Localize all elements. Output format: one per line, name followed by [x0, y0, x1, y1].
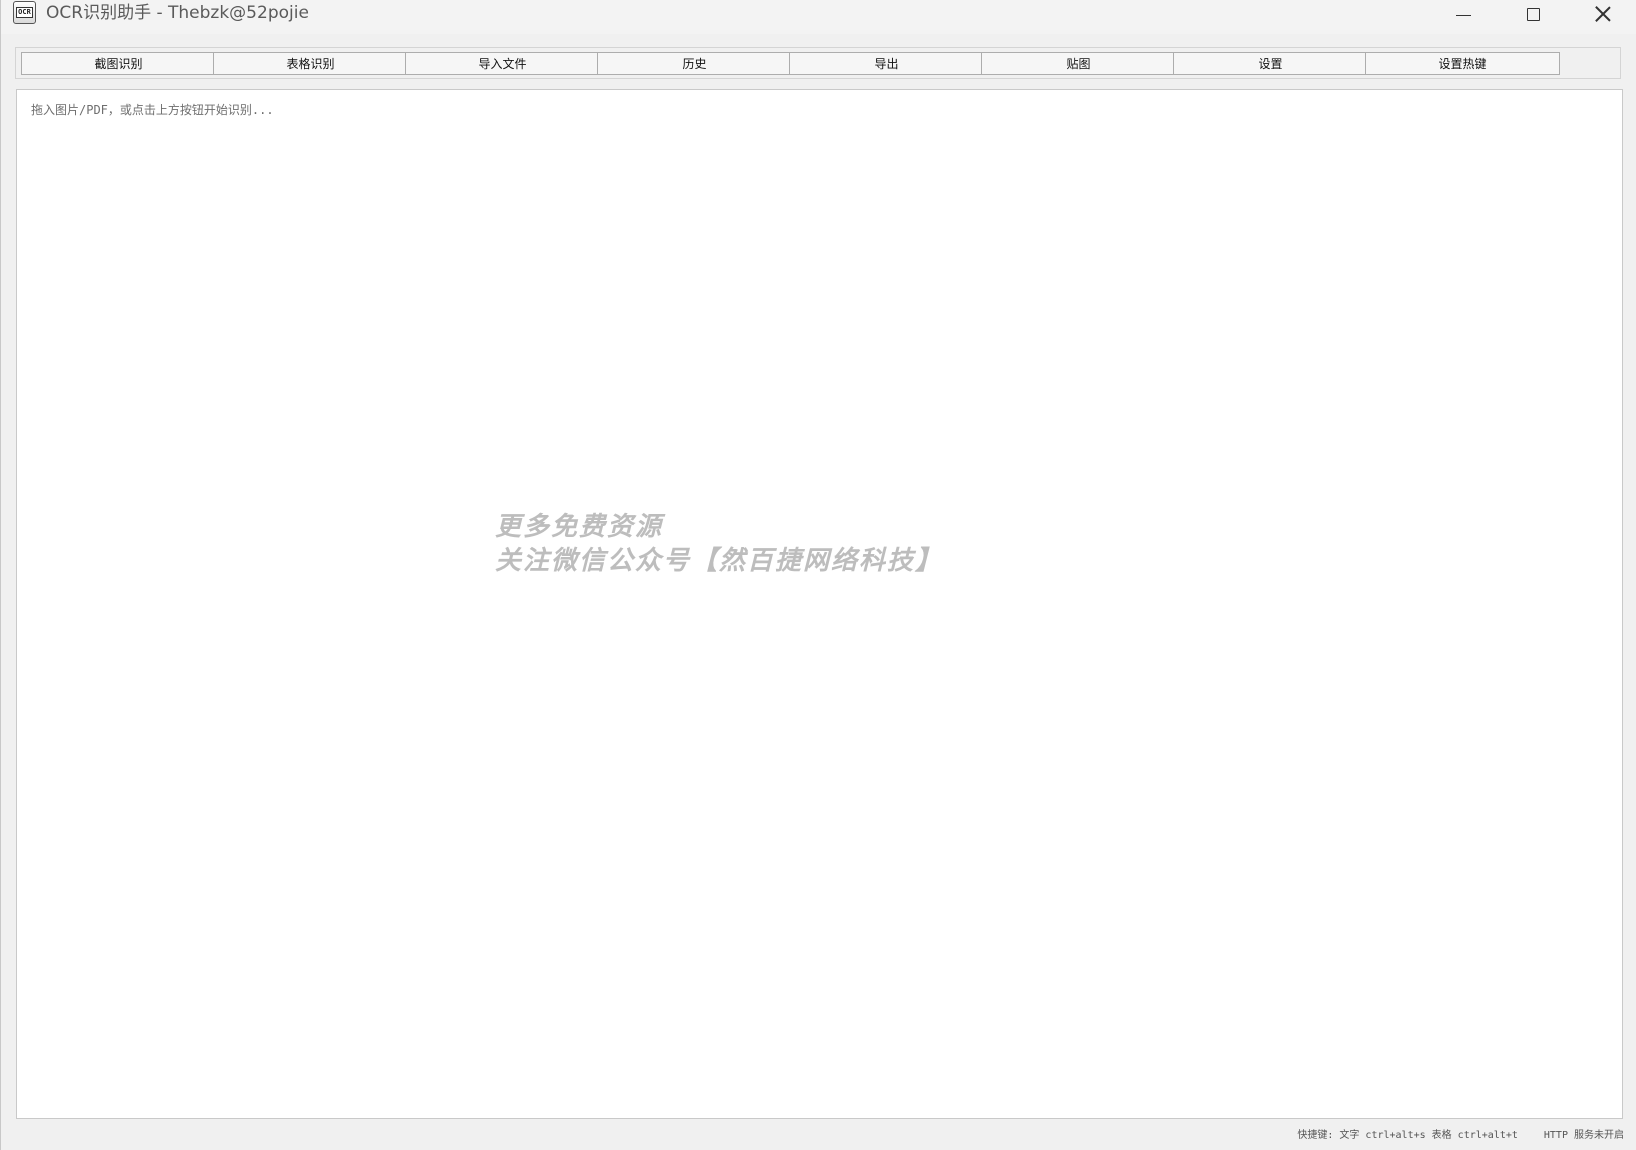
export-button[interactable]: 导出	[789, 52, 984, 75]
minimize-icon	[1455, 14, 1471, 16]
close-button[interactable]	[1569, 0, 1636, 28]
window-title: OCR识别助手 - Thebzk@52pojie	[46, 3, 309, 23]
app-icon-label: OCR	[16, 7, 33, 18]
minimize-button[interactable]	[1429, 0, 1497, 28]
watermark-line-2: 关注微信公众号【然百捷网络科技】	[495, 546, 944, 576]
http-status: HTTP 服务未开启	[1543, 1129, 1624, 1141]
import-file-button[interactable]: 导入文件	[405, 52, 600, 75]
app-window: OCR OCR识别助手 - Thebzk@52pojie 截图识别 表格识别 导…	[0, 0, 1636, 1150]
app-icon: OCR	[13, 1, 36, 24]
maximize-button[interactable]	[1499, 0, 1567, 28]
watermark: 更多免费资源 关注微信公众号【然百捷网络科技】	[495, 510, 943, 578]
maximize-icon	[1526, 7, 1540, 21]
settings-button[interactable]: 设置	[1173, 52, 1368, 75]
hotkey-status: 快捷键: 文字 ctrl+alt+s 表格 ctrl+alt+t	[1297, 1129, 1518, 1141]
table-ocr-button[interactable]: 表格识别	[213, 52, 408, 75]
text-area-placeholder: 拖入图片/PDF，或点击上方按钮开始识别...	[31, 103, 274, 117]
toolbar: 截图识别 表格识别 导入文件 历史 导出 贴图 设置 设置热键	[15, 47, 1621, 79]
close-icon	[1595, 6, 1611, 22]
pin-image-button[interactable]: 贴图	[981, 52, 1176, 75]
hotkey-settings-button[interactable]: 设置热键	[1365, 52, 1560, 75]
status-bar: 快捷键: 文字 ctrl+alt+s 表格 ctrl+alt+t HTTP 服务…	[1297, 1124, 1624, 1142]
screenshot-ocr-button[interactable]: 截图识别	[21, 52, 216, 75]
title-bar[interactable]: OCR OCR识别助手 - Thebzk@52pojie	[1, 0, 1636, 34]
result-text-area[interactable]: 拖入图片/PDF，或点击上方按钮开始识别... 更多免费资源 关注微信公众号【然…	[16, 89, 1623, 1119]
history-button[interactable]: 历史	[597, 52, 792, 75]
watermark-line-1: 更多免费资源	[495, 512, 664, 542]
